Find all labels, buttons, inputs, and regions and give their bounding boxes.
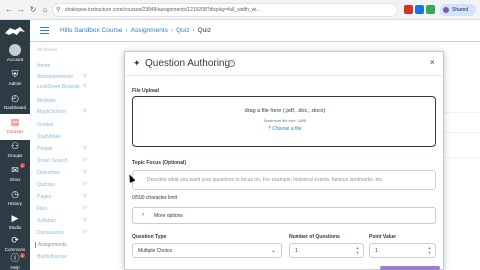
global-nav-admin[interactable]: ⛨ Admin	[0, 66, 30, 92]
modal-header: ✦ Question Authoring ? ×	[125, 52, 443, 76]
breadcrumb-assignments[interactable]: Assignments	[131, 27, 168, 34]
global-nav-history[interactable]: ◷ History	[0, 186, 30, 212]
question-type-label: Question Type	[132, 234, 167, 240]
more-options-label: More options	[154, 213, 183, 219]
breadcrumb-item[interactable]: Quiz	[176, 27, 189, 34]
breadcrumb-separator: ›	[170, 27, 174, 34]
extension-icon-2[interactable]	[415, 5, 424, 14]
clock-icon: ◷	[11, 189, 19, 199]
global-navigation: Account ⛨ Admin ◴ Dashboard ▤ Courses ⚇ …	[0, 20, 30, 270]
choose-file-link[interactable]: ⤒ Choose a file	[133, 126, 437, 132]
shield-icon: ⛨	[11, 69, 19, 79]
home-icon[interactable]: ⌂	[40, 5, 50, 15]
breadcrumb: Hills Sandbox Course › Assignments › Quiz › Qu…	[60, 27, 211, 34]
hamburger-menu-icon[interactable]	[40, 27, 49, 34]
profile-avatar-icon	[443, 7, 449, 13]
global-nav-help[interactable]: ⓘ 1 Help	[0, 252, 30, 270]
avatar-icon	[9, 44, 21, 56]
browser-toolbar: ← → ↻ ⌂ ⚲ shakopee.instructure.com/cours…	[0, 0, 480, 20]
global-nav-groups[interactable]: ⚇ Groups	[0, 138, 30, 164]
topic-focus-label: Topic Focus (Optional)	[132, 160, 187, 166]
number-of-questions-value: 1	[295, 248, 298, 254]
chevron-right-icon: ›	[142, 212, 144, 218]
global-nav-courses[interactable]: ▤ Courses	[0, 114, 30, 140]
global-nav-account[interactable]: Account	[0, 42, 30, 68]
forward-icon[interactable]: →	[16, 5, 26, 15]
school-logo-icon[interactable]	[4, 24, 26, 38]
reload-icon[interactable]: ↻	[28, 5, 38, 15]
global-nav-dashboard[interactable]: ◴ Dashboard	[0, 90, 30, 116]
global-nav-inbox[interactable]: ✉ 1 Inbox	[0, 162, 30, 188]
stepper-icon[interactable]: ▲ ▼	[355, 246, 360, 255]
global-nav-label: Help	[10, 265, 20, 270]
point-value-input[interactable]: 1 ▲ ▼	[369, 243, 436, 258]
global-nav-label: Admin	[8, 81, 22, 86]
breadcrumb-separator: ›	[192, 27, 195, 34]
global-nav-label: Studio	[8, 225, 22, 230]
global-nav-label: Courses	[6, 129, 24, 134]
course-header: Hills Sandbox Course › Assignments › Quiz › Qu…	[30, 20, 480, 42]
help-icon[interactable]: ?	[228, 60, 235, 67]
commons-icon: ⟳	[11, 235, 19, 245]
point-value-label: Point Value	[369, 234, 396, 240]
extension-icon-1[interactable]	[404, 5, 413, 14]
breadcrumb-separator: ›	[125, 27, 128, 34]
drop-zone-text: drag a file here (.pdf, .doc, .docx)	[244, 108, 326, 114]
upload-icon: ⤒	[268, 126, 271, 132]
number-of-questions-label: Number of Questions	[289, 234, 340, 240]
modal-title: Question Authoring	[145, 58, 231, 69]
global-nav-label: Account	[6, 57, 24, 62]
profile-label: Shared	[452, 7, 469, 13]
global-nav-label: History	[7, 201, 22, 206]
breadcrumb-course[interactable]: Hills Sandbox Course	[60, 27, 123, 34]
topic-focus-placeholder: Describe what you want your questions to…	[147, 177, 384, 183]
choose-file-label: Choose a file	[272, 126, 302, 132]
number-of-questions-input[interactable]: 1 ▲ ▼	[289, 243, 364, 258]
inbox-badge: 1	[19, 163, 25, 168]
question-authoring-modal: ✦ Question Authoring ? × File Upload dra…	[124, 51, 444, 270]
lock-icon: ⚲	[56, 7, 61, 13]
help-badge: 1	[19, 253, 25, 258]
character-limit-text: 0/500 character limit	[132, 195, 178, 201]
question-type-value: Multiple Choice	[138, 248, 173, 254]
dashboard-icon: ◴	[11, 93, 19, 103]
groups-icon: ⚇	[10, 141, 20, 151]
point-value-value: 1	[375, 248, 378, 254]
back-icon[interactable]: ←	[4, 5, 14, 15]
stepper-icon[interactable]: ▲ ▼	[427, 246, 432, 255]
close-icon[interactable]: ×	[430, 58, 435, 68]
question-type-select[interactable]: Multiple Choice ⌄	[132, 243, 282, 258]
sparkle-icon: ✦	[133, 58, 141, 68]
global-nav-label: Inbox	[9, 177, 21, 182]
more-options-toggle[interactable]: › More options	[132, 207, 436, 224]
url-text: shakopee.instructure.com/courses/23848/a…	[65, 7, 261, 13]
breadcrumb-current: Quiz	[197, 27, 211, 34]
chevron-down-icon: ⌄	[270, 248, 276, 254]
book-icon: ▤	[10, 117, 20, 127]
profile-button[interactable]: Shared	[440, 4, 476, 16]
max-file-size-text: Maximum file size: 1MB	[263, 118, 307, 123]
extension-icon-3[interactable]	[426, 5, 435, 14]
file-upload-label: File Upload	[132, 88, 159, 94]
address-bar[interactable]: ⚲ shakopee.instructure.com/courses/23848…	[52, 3, 398, 17]
topic-focus-input[interactable]: Describe what you want your questions to…	[132, 170, 436, 190]
global-nav-label: Groups	[7, 153, 23, 158]
studio-icon: ▶	[11, 213, 19, 223]
file-drop-zone[interactable]: drag a file here (.pdf, .doc, .docx) Max…	[132, 96, 436, 147]
global-nav-label: Dashboard	[3, 105, 26, 110]
generate-button-edge[interactable]	[380, 266, 440, 270]
